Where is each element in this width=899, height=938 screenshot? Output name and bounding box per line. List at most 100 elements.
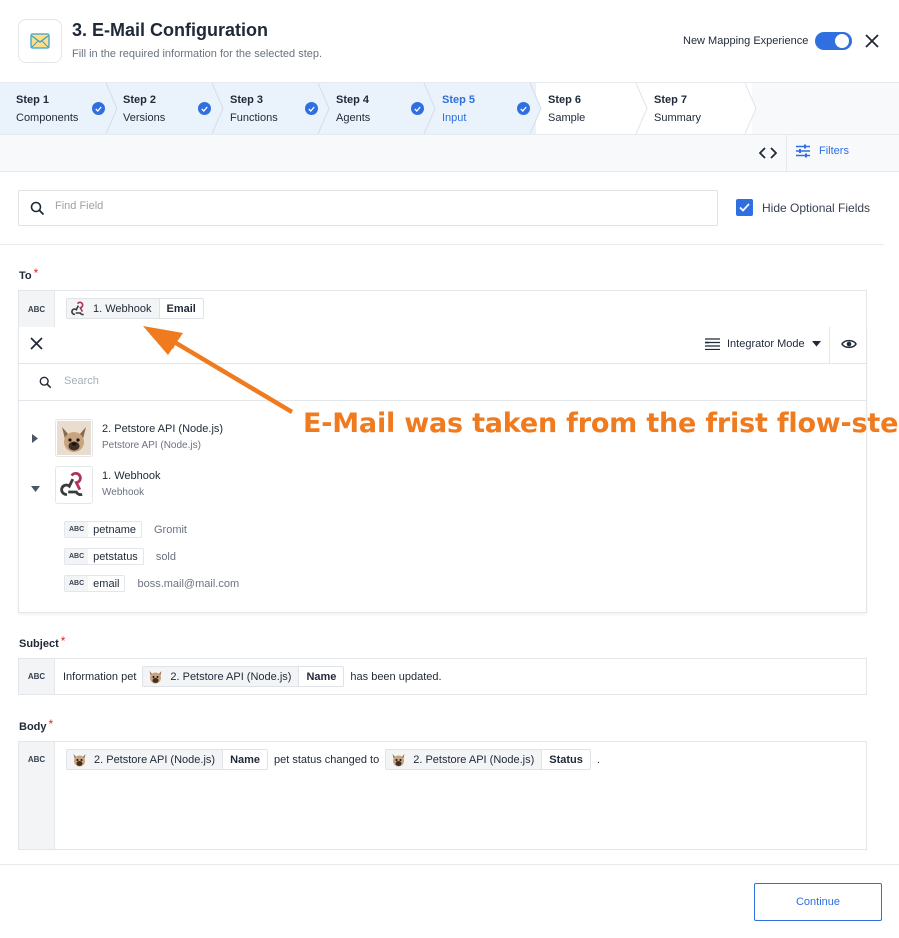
subject-suffix: has been updated. [350,670,442,683]
check-icon [305,102,318,115]
step-3[interactable]: Step 3 Functions [212,83,324,134]
panel-search[interactable] [19,364,866,401]
to-label-text: To [19,270,32,282]
required-marker: * [48,717,54,731]
step-label: Sample [548,112,586,124]
leaf-name: petstatus [93,550,138,563]
subject-value: Information pet 2. Petstore API (Node.js… [63,666,442,687]
mapping-panel: Integrator Mode 2. Petstore A [18,327,867,613]
preview-button[interactable] [841,338,857,353]
tree-item-subtitle: Petstore API (Node.js) [102,440,201,451]
find-field[interactable] [18,190,718,226]
integrator-mode-dropdown[interactable]: Integrator Mode [705,338,821,350]
search-icon [39,376,52,392]
subject-input[interactable]: ABC Information pet 2. Petstore API (Nod… [18,658,867,695]
mapping-pill[interactable]: 2. Petstore API (Node.js) Name [142,666,345,687]
type-badge: ABC [65,522,89,537]
pill-field: Name [222,750,267,769]
tree-item-webhook[interactable]: 1. Webhook Webhook [19,466,319,506]
pill-source-label: 2. Petstore API (Node.js) [413,753,535,766]
subject-label: Subject * [19,634,65,650]
integrator-mode-label: Integrator Mode [727,338,805,350]
leaf-value: sold [155,550,176,563]
body-value: 2. Petstore API (Node.js) Name pet statu… [66,749,600,770]
check-icon [739,203,750,212]
find-field-input[interactable] [55,200,655,212]
step-title: Step 5 [442,94,476,106]
annotation-text: E-Mail was taken from the frist flow-ste… [303,408,899,439]
panel-divider [829,327,830,364]
page-subtitle: Fill in the required information for the… [72,48,323,60]
tree-leaf-email[interactable]: ABC email boss.mail@mail.com [64,575,239,592]
step-2[interactable]: Step 2 Versions [106,83,218,134]
tree-leaf-petstatus[interactable]: ABC petstatus sold [64,548,176,565]
continue-button[interactable]: Continue [754,883,882,921]
mapping-pill[interactable]: 2. Petstore API (Node.js) Name [66,749,269,770]
tree-item-petstore[interactable]: 2. Petstore API (Node.js) Petstore API (… [19,419,319,459]
sliders-icon [796,144,810,158]
step-title: Step 2 [123,94,157,106]
pill-source: 1. Webhook [67,299,159,318]
search-icon [30,201,45,219]
section-divider [0,244,884,245]
mapping-pill[interactable]: 1. Webhook Email [66,298,204,319]
step-label: Functions [230,112,278,124]
to-value: 1. Webhook Email [66,298,204,319]
leaf-value: boss.mail@mail.com [137,577,240,590]
toolbar-divider [786,135,787,172]
step-label: Input [442,112,467,124]
mapping-pill[interactable]: 2. Petstore API (Node.js) Status [385,749,591,770]
footer-divider [0,864,899,865]
tree-leaf-petname[interactable]: ABC petname Gromit [64,521,187,538]
code-view-button[interactable] [758,143,778,163]
type-badge: ABC [65,576,89,591]
check-icon [198,102,211,115]
header: 3. E-Mail Configuration Fill in the requ… [0,0,899,82]
body-label-text: Body [19,721,47,733]
pill-source: 2. Petstore API (Node.js) [67,750,223,769]
step-label: Summary [654,112,702,124]
panel-search-input[interactable] [64,375,564,387]
type-badge: ABC [19,742,55,849]
eye-icon [841,339,857,349]
body-label: Body * [19,717,53,733]
to-input[interactable]: ABC 1. Webhook Email [18,290,867,328]
mapping-toggle[interactable] [815,32,852,50]
caret-right-icon[interactable] [32,432,38,446]
body-end-text: . [596,753,600,766]
step-title: Step 7 [654,94,688,106]
leaf-name: email [93,577,120,590]
check-icon [411,102,424,115]
page-title: 3. E-Mail Configuration [72,20,268,40]
step-4[interactable]: Step 4 Agents [318,83,430,134]
filters-button[interactable]: Filters [795,144,849,158]
step-7[interactable]: Step 7 Summary [636,83,754,134]
step-5[interactable]: Step 5 Input [424,83,536,134]
toolbar: Filters [0,135,899,172]
caret-down-icon [811,341,821,347]
body-middle-text: pet status changed to [274,753,380,766]
dog-avatar-icon [149,671,162,684]
body-input[interactable]: ABC 2. Petstore API (Node.js) Name pet s… [18,741,867,850]
step-6[interactable]: Step 6 Sample [530,83,642,134]
dog-avatar-icon [73,754,86,767]
hide-optional-checkbox[interactable] [736,199,753,216]
list-icon [705,338,720,350]
pill-source: 2. Petstore API (Node.js) [386,750,542,769]
step-title: Step 3 [230,94,264,106]
close-button[interactable] [862,31,882,51]
step-title: Step 1 [16,94,50,106]
hide-optional-fields[interactable]: Hide Optional Fields [736,199,870,216]
leaf-tag: ABC petstatus [64,548,144,565]
pill-field: Status [541,750,590,769]
mapping-toggle-label: New Mapping Experience [683,35,809,47]
leaf-tag: ABC email [64,575,126,592]
step-title: Step 6 [548,94,582,106]
webhook-icon [71,301,84,315]
caret-down-icon[interactable] [31,481,40,495]
pill-source-label: 2. Petstore API (Node.js) [170,670,292,683]
subject-label-text: Subject [19,638,59,650]
step-1[interactable]: Step 1 Components [0,83,112,134]
panel-close-button[interactable] [29,336,44,354]
close-icon [865,34,879,48]
